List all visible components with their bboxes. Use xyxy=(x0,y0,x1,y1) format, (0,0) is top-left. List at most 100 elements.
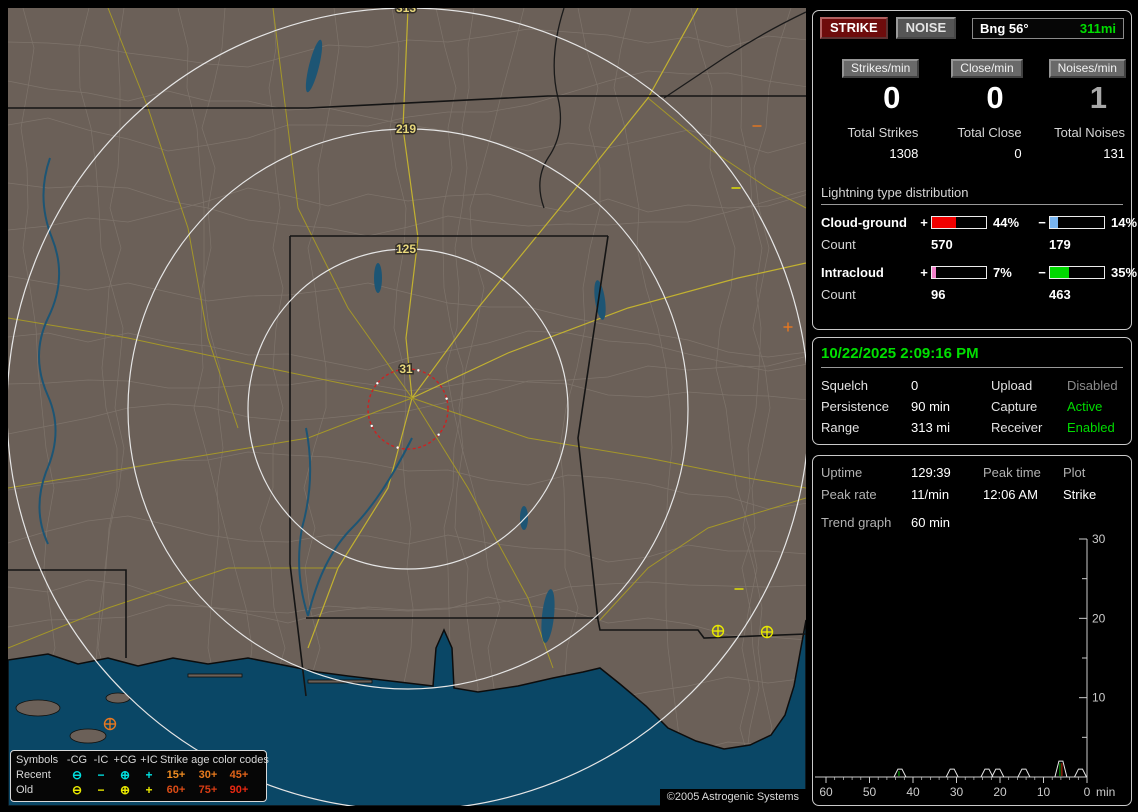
cg-plus-bar xyxy=(931,216,987,229)
svg-text:50: 50 xyxy=(863,785,877,799)
legend-col-neg-cg: -CG xyxy=(66,754,88,766)
neg-ic-old-icon: − xyxy=(97,783,105,797)
total-noises-value: 131 xyxy=(1103,146,1125,161)
noises-per-min-label: Noises/min xyxy=(1048,59,1126,78)
svg-text:219: 219 xyxy=(396,122,416,136)
legend-row-old: Old xyxy=(16,784,34,796)
total-strikes-label: Total Strikes xyxy=(847,125,919,140)
cg-plus-pct: 44% xyxy=(993,215,1020,230)
legend-row-recent: Recent xyxy=(16,769,51,781)
uptime-grid: Uptime 129:39 Peak time Plot Peak rate 1… xyxy=(821,465,1123,530)
svg-text:31: 31 xyxy=(399,362,413,376)
neg-cg-recent-icon: ⊖ xyxy=(71,768,83,782)
ic-minus-bar xyxy=(1049,266,1105,279)
svg-text:125: 125 xyxy=(396,242,416,256)
plot-value: Strike xyxy=(1063,487,1097,502)
strike-marker xyxy=(103,717,117,731)
svg-text:10: 10 xyxy=(1037,785,1051,799)
total-close-label: Total Close xyxy=(957,125,1022,140)
legend-age-header: Strike age color codes xyxy=(160,754,269,766)
lightning-map-area: 313 219 125 31 Symbols -CG -IC +CG +IC Stri… xyxy=(8,8,806,806)
age-code-45: 45+ xyxy=(229,769,249,781)
cloud-ground-count-row: Count 570 179 xyxy=(821,237,1123,252)
strikes-per-min-value: 0 xyxy=(883,80,901,115)
close-per-min-label: Close/min xyxy=(951,59,1023,78)
persistence-value: 90 min xyxy=(911,399,951,414)
age-code-15: 15+ xyxy=(166,769,186,781)
total-strikes-value: 1308 xyxy=(889,146,919,161)
pos-cg-old-icon: ⊕ xyxy=(119,783,131,797)
cloud-ground-label: Cloud-ground xyxy=(821,215,907,230)
map-legend: Symbols -CG -IC +CG +IC Strike age color… xyxy=(10,750,269,802)
peak-rate-label: Peak rate xyxy=(821,487,877,502)
svg-text:20: 20 xyxy=(993,785,1007,799)
strike-marker xyxy=(711,624,725,638)
pos-ic-recent-icon: + xyxy=(145,768,153,782)
minus-sign: − xyxy=(1038,215,1046,230)
intracloud-count-row: Count 96 463 xyxy=(821,287,1123,302)
bearing-indicator: Bng 56° 311mi xyxy=(972,17,1124,39)
cg-plus-count: 570 xyxy=(931,237,953,252)
lightning-distribution: Lightning type distribution Cloud-ground… xyxy=(821,185,1137,302)
intracloud-label: Intracloud xyxy=(821,265,884,280)
rate-counters: Strikes/min 0 Total Strikes 1308 Close/m… xyxy=(817,59,1127,161)
distribution-header: Lightning type distribution xyxy=(821,185,1123,205)
noises-counter: Noises/min 1 Total Noises 131 xyxy=(1024,59,1127,161)
legend-col-neg-ic: -IC xyxy=(93,754,109,766)
persistence-label: Persistence xyxy=(821,399,889,414)
age-code-60: 60+ xyxy=(166,784,186,796)
ic-plus-count: 96 xyxy=(931,287,946,302)
strike-marker xyxy=(760,625,774,639)
svg-text:313: 313 xyxy=(396,8,416,15)
peak-time-value: 12:06 AM xyxy=(983,487,1038,502)
cg-minus-count: 179 xyxy=(1049,237,1071,252)
count-label: Count xyxy=(821,237,856,252)
total-noises-label: Total Noises xyxy=(1054,125,1125,140)
copyright-text: ©2005 Astrogenic Systems xyxy=(659,789,806,806)
age-code-90: 90+ xyxy=(229,784,249,796)
receiver-status: Enabled xyxy=(1067,420,1115,435)
strike-stats-box: STRIKE NOISE Bng 56° 311mi Strikes/min 0… xyxy=(812,10,1137,330)
trend-graph-value: 60 min xyxy=(911,515,951,530)
pos-cg-recent-icon: ⊕ xyxy=(119,768,131,782)
uptime-label: Uptime xyxy=(821,465,863,480)
ic-minus-pct: 35% xyxy=(1111,265,1138,280)
count-label: Count xyxy=(821,287,856,302)
neg-ic-recent-icon: − xyxy=(97,768,105,782)
strike-button[interactable]: STRIKE xyxy=(820,17,888,39)
cg-minus-pct: 14% xyxy=(1111,215,1138,230)
upload-label: Upload xyxy=(991,378,1033,393)
minus-sign: − xyxy=(1038,265,1046,280)
uptime-value: 129:39 xyxy=(911,465,951,480)
upload-status: Disabled xyxy=(1067,378,1118,393)
cloud-ground-row: Cloud-ground + 44% − 14% xyxy=(821,215,1137,230)
status-box: 10/22/2025 2:09:16 PM Squelch 0 Upload D… xyxy=(812,337,1132,445)
intracloud-row: Intracloud + 7% − 35% xyxy=(821,265,1137,280)
ic-plus-pct: 7% xyxy=(993,265,1012,280)
ic-minus-count: 463 xyxy=(1049,287,1071,302)
bearing-label: Bng 56° xyxy=(980,20,1029,36)
noise-button[interactable]: NOISE xyxy=(895,17,957,39)
plus-sign: + xyxy=(920,215,928,230)
cg-minus-bar xyxy=(1049,216,1105,229)
noises-per-min-value: 1 xyxy=(1089,80,1107,115)
svg-text:30: 30 xyxy=(1092,534,1106,546)
trend-box: Uptime 129:39 Peak time Plot Peak rate 1… xyxy=(812,455,1132,806)
svg-text:60: 60 xyxy=(819,785,833,799)
svg-text:20: 20 xyxy=(1092,611,1106,625)
pos-ic-old-icon: + xyxy=(145,783,153,797)
close-counter: Close/min 0 Total Close 0 xyxy=(920,59,1023,161)
svg-text:10: 10 xyxy=(1092,691,1106,705)
receiver-label: Receiver xyxy=(991,420,1043,435)
squelch-label: Squelch xyxy=(821,378,868,393)
trend-graph-label: Trend graph xyxy=(821,515,892,530)
total-close-value: 0 xyxy=(1014,146,1022,161)
ic-plus-bar xyxy=(931,266,987,279)
settings-grid: Squelch 0 Upload Disabled Persistence 90… xyxy=(821,378,1123,435)
strikes-per-min-label: Strikes/min xyxy=(841,59,920,78)
svg-text:min: min xyxy=(1096,785,1115,799)
close-per-min-value: 0 xyxy=(986,80,1004,115)
squelch-value: 0 xyxy=(911,378,919,393)
map-canvas[interactable]: 313 219 125 31 xyxy=(8,8,806,806)
age-code-75: 75+ xyxy=(198,784,218,796)
